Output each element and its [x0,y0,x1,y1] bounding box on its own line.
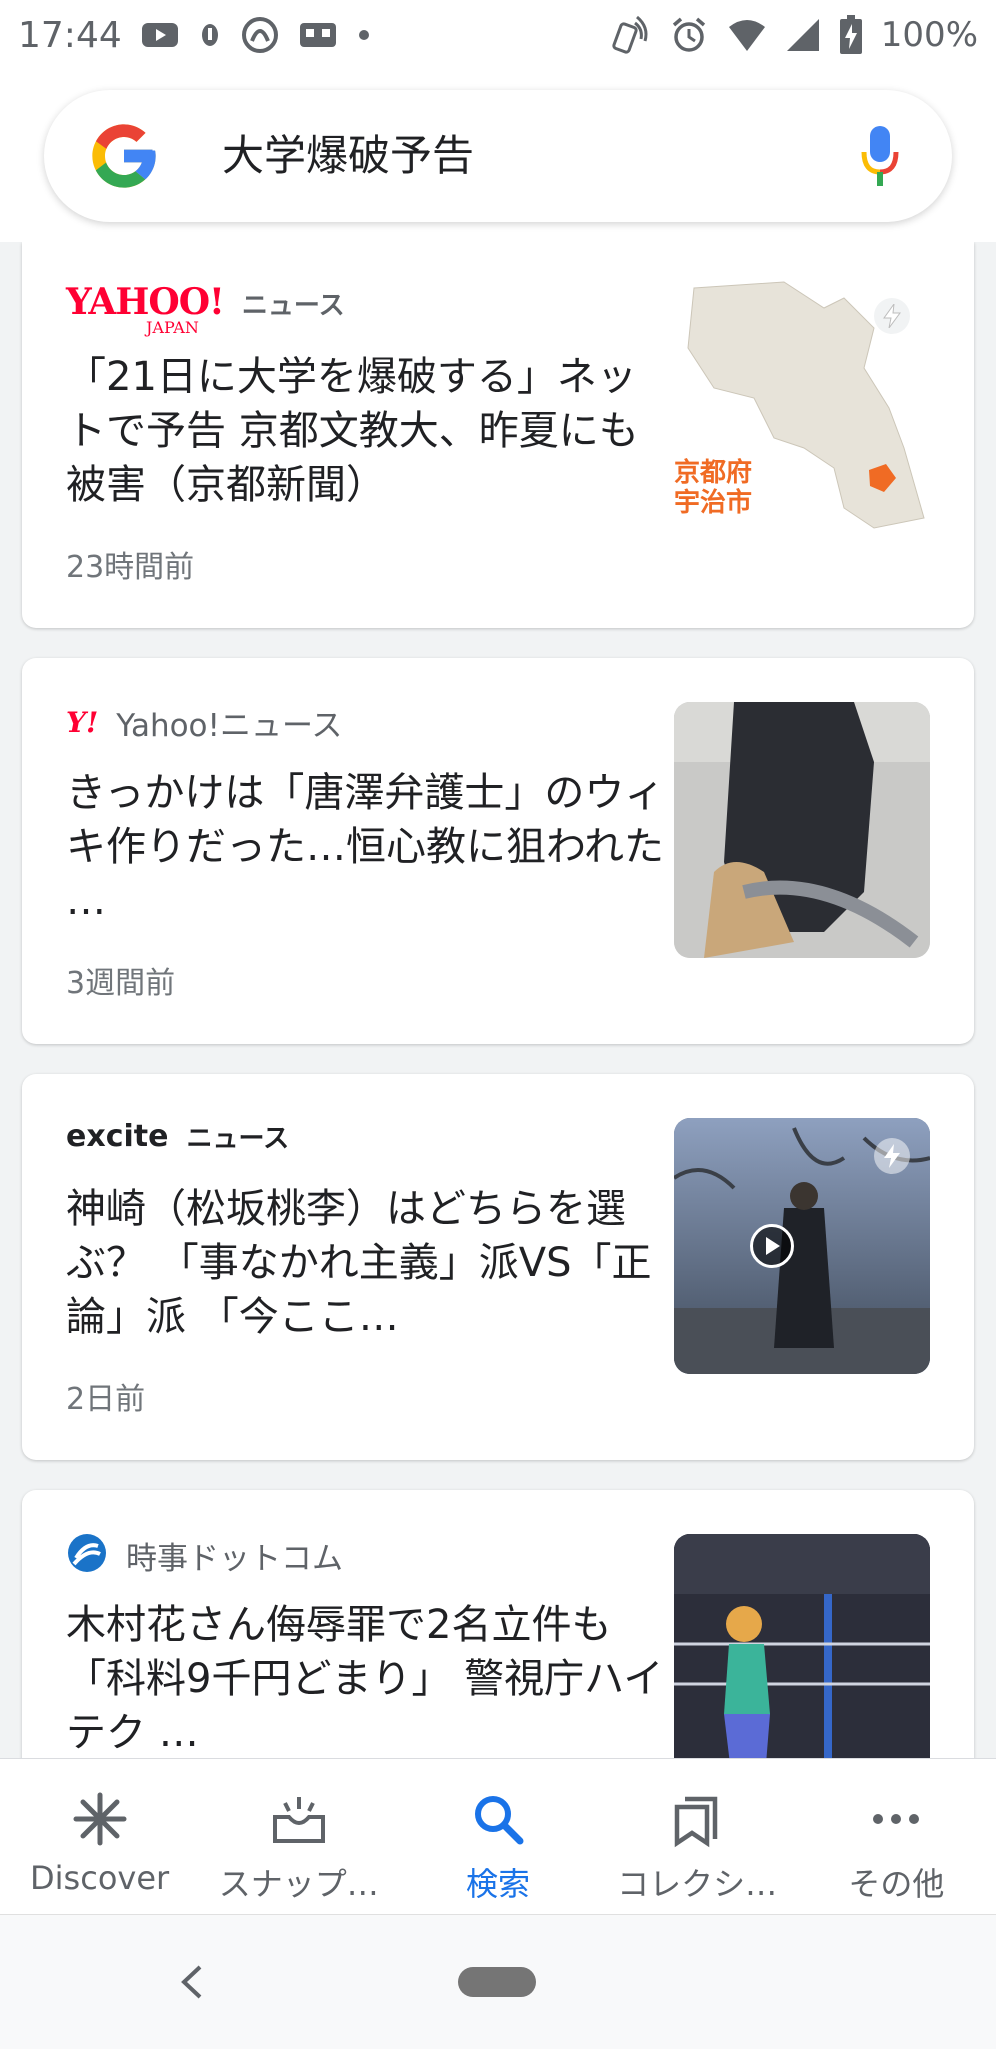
signal-icon [785,17,821,53]
nfc-icon [611,15,651,55]
yahoo-japan-logo: YAHOO! JAPAN [66,281,225,337]
dot-icon [356,27,372,43]
yahoo-logo-icon: Y! [66,706,99,739]
system-navigation-bar [0,1914,996,2049]
status-bar: 17:44 100% [0,0,996,70]
status-time: 17:44 [18,14,122,56]
nav-label: Discover [30,1859,170,1897]
article-time: 3週間前 [66,966,176,1001]
app-icon [240,15,280,55]
article-time: 2日前 [66,1382,146,1417]
status-right: 100% [611,15,978,55]
battery-percent: 100% [880,15,978,55]
source-name: ニュース [186,1124,290,1154]
nav-discover[interactable]: Discover [5,1759,195,1897]
alarm-icon [669,15,709,55]
bookmark-collection-icon [667,1789,727,1849]
article-headline[interactable]: 神崎（松坂桃李）はどちらを選ぶ？ 「事なかれ主義」派VS「正論」派 「今ここ… [66,1182,666,1344]
search-header: 大学爆破予告 [0,70,996,242]
news-card[interactable]: YAHOO! JAPAN ニュース 「21日に大学を爆破する」ネットで予告 京都… [22,242,974,628]
home-pill[interactable] [458,1967,536,1997]
mic-icon[interactable] [858,122,902,192]
status-left: 17:44 [18,15,372,56]
nav-label: 検索 [465,1865,530,1903]
news-card[interactable]: 時事ドットコム 木村花さん侮辱罪で2名立件も「科料9千円どまり」 警視庁ハイテク… [22,1490,974,1758]
amp-lightning-icon [874,298,910,334]
news-card[interactable]: excite ニュース 神崎（松坂桃李）はどちらを選ぶ？ 「事なかれ主義」派VS… [22,1074,974,1460]
wifi-icon [727,17,767,53]
nav-label: その他 [848,1865,945,1903]
photo-icon [298,19,338,51]
article-headline[interactable]: 「21日に大学を爆破する」ネットで予告 京都文教大、昨夏にも被害（京都新聞） [66,350,666,512]
jiji-logo-icon [66,1532,108,1578]
source-row: 時事ドットコム [66,1532,343,1578]
asterisk-icon [70,1789,130,1849]
source-row: YAHOO! JAPAN ニュース [66,284,345,336]
news-feed: YAHOO! JAPAN ニュース 「21日に大学を爆破する」ネットで予告 京都… [0,242,996,1758]
article-thumbnail[interactable] [674,702,930,958]
article-thumbnail[interactable] [674,1534,930,1758]
nav-more[interactable]: その他 [801,1759,991,1905]
google-g-icon [86,118,162,194]
source-name: 時事ドットコム [126,1540,343,1577]
bottom-navigation: Discover スナップ… 検索 コレクシ… その他 [0,1758,996,1915]
source-name: Yahoo!ニュース [116,708,343,744]
excite-logo: excite [66,1119,169,1154]
map-caption: 京都府 宇治市 [674,458,753,518]
article-thumbnail[interactable]: 京都府 宇治市 [674,278,930,534]
search-icon [468,1789,528,1849]
search-bar[interactable]: 大学爆破予告 [44,90,952,222]
snapshot-tray-icon [269,1789,329,1849]
notification-icon [198,20,222,50]
news-card[interactable]: Y! Yahoo!ニュース きっかけは「唐澤弁護士」のウィキ作りだった…恒心教に… [22,658,974,1044]
youtube-icon [140,19,180,51]
play-icon[interactable] [750,1224,794,1268]
article-thumbnail[interactable] [674,1118,930,1374]
battery-charging-icon [839,15,863,55]
source-row: Y! Yahoo!ニュース [66,700,342,745]
back-icon[interactable] [172,1957,212,2007]
nav-collections[interactable]: コレクシ… [602,1759,792,1905]
article-headline[interactable]: きっかけは「唐澤弁護士」のウィキ作りだった…恒心教に狙われた … [66,766,666,928]
nav-search[interactable]: 検索 [403,1759,593,1905]
more-horiz-icon [866,1789,926,1849]
article-time: 23時間前 [66,550,195,585]
source-name: ニュース [241,290,345,321]
nav-label: スナップ… [218,1865,379,1903]
amp-lightning-icon [874,1138,910,1174]
article-headline[interactable]: 木村花さん侮辱罪で2名立件も「科料9千円どまり」 警視庁ハイテク … [66,1598,666,1758]
nav-label: コレクシ… [617,1865,778,1903]
source-row: excite ニュース [66,1118,289,1155]
search-query-text[interactable]: 大学爆破予告 [222,90,474,222]
nav-snapshot[interactable]: スナップ… [204,1759,394,1905]
